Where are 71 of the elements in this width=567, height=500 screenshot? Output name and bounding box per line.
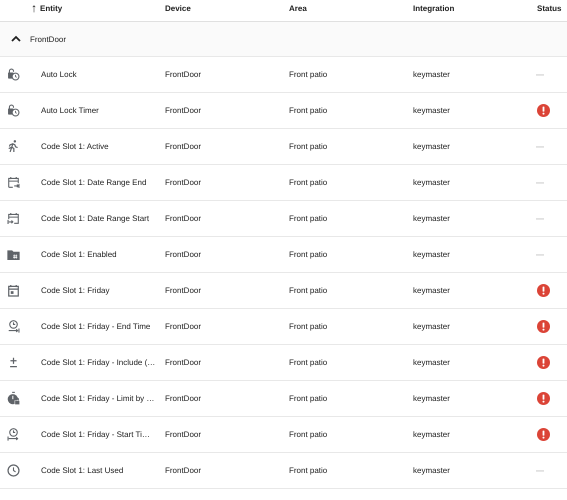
table-cell-text: Front patio xyxy=(289,178,328,187)
entity-name[interactable]: Code Slot 1: Friday - Limit by … xyxy=(41,394,165,403)
timer-lock-icon xyxy=(6,391,21,406)
table-cell-text: FrontDoor xyxy=(165,106,202,115)
entity-name[interactable]: Code Slot 1: Active xyxy=(41,142,165,151)
table-cell-text: Front patio xyxy=(289,394,328,403)
table-cell-text: Front patio xyxy=(289,430,328,439)
status-text: — xyxy=(536,466,544,475)
table-cell-text: FrontDoor xyxy=(165,286,202,295)
table-cell-text: FrontDoor xyxy=(165,250,202,259)
table-cell-text: FrontDoor xyxy=(165,178,202,187)
column-header[interactable]: Area xyxy=(289,4,413,13)
status-text: — xyxy=(536,214,544,223)
table-cell-text: Front patio xyxy=(289,286,328,295)
table-cell-text: Front patio xyxy=(289,250,328,259)
entity-name[interactable]: Code Slot 1: Friday - End Time xyxy=(41,322,165,331)
table-cell-text: keymaster xyxy=(413,394,451,403)
calendar-icon xyxy=(6,283,21,298)
table-cell-text: FrontDoor xyxy=(165,430,202,439)
entity-name[interactable]: Code Slot 1: Date Range End xyxy=(41,178,165,187)
lock-clock-icon xyxy=(6,67,21,82)
table-cell-text: keymaster xyxy=(413,142,451,151)
status-text: — xyxy=(536,178,544,187)
sort-arrow[interactable]: ↑ xyxy=(31,2,37,14)
clock-end-icon xyxy=(6,319,21,334)
table-cell-text: Front patio xyxy=(289,70,328,79)
table-cell-text: FrontDoor xyxy=(165,70,202,79)
entity-name[interactable]: Code Slot 1: Friday - Start Ti… xyxy=(41,430,165,439)
status-text: — xyxy=(536,142,544,151)
table-cell-text: FrontDoor xyxy=(165,466,202,475)
status-text: — xyxy=(536,250,544,259)
column-header[interactable]: Integration xyxy=(413,4,537,13)
table-cell-text: keymaster xyxy=(413,178,451,187)
clock-start-icon xyxy=(6,427,21,442)
table-cell-text: FrontDoor xyxy=(165,214,202,223)
entity-name[interactable]: Code Slot 1: Friday - Include (… xyxy=(41,358,165,367)
table-cell-text: keymaster xyxy=(413,286,451,295)
entity-name[interactable]: Code Slot 1: Enabled xyxy=(41,250,165,259)
status-text: — xyxy=(536,70,544,79)
column-header[interactable]: Status xyxy=(537,4,567,13)
group-title[interactable]: FrontDoor xyxy=(30,34,66,44)
table-cell-text: Front patio xyxy=(289,466,328,475)
table-cell-text: keymaster xyxy=(413,70,451,79)
lock-clock-icon xyxy=(6,103,21,118)
calendar-start-icon xyxy=(6,211,21,226)
table-cell-text: keymaster xyxy=(413,322,451,331)
table-cell-text: FrontDoor xyxy=(165,322,202,331)
column-header[interactable]: Device xyxy=(165,4,289,13)
table-cell-text: keymaster xyxy=(413,250,451,259)
table-cell-text: Front patio xyxy=(289,142,328,151)
table-cell-text: FrontDoor xyxy=(165,358,202,367)
entity-name[interactable]: Code Slot 1: Friday xyxy=(41,286,165,295)
entity-name[interactable]: Auto Lock xyxy=(41,70,165,79)
table-cell-text: Front patio xyxy=(289,214,328,223)
table-cell-text: keymaster xyxy=(413,430,451,439)
table-cell-text: FrontDoor xyxy=(165,394,202,403)
chevron-icon[interactable] xyxy=(10,34,22,44)
entity-name[interactable]: Code Slot 1: Date Range Start xyxy=(41,214,165,223)
table-cell-text: keymaster xyxy=(413,106,451,115)
table-cell-text: FrontDoor xyxy=(165,142,202,151)
table-cell-text: Front patio xyxy=(289,106,328,115)
column-header[interactable]: Entity xyxy=(40,4,62,13)
table-cell-text: Front patio xyxy=(289,358,328,367)
entity-name[interactable]: Code Slot 1: Last Used xyxy=(41,466,165,475)
table-cell-text: keymaster xyxy=(413,466,451,475)
table-cell-text: keymaster xyxy=(413,358,451,367)
entity-name[interactable]: Auto Lock Timer xyxy=(41,106,165,115)
calendar-end-icon xyxy=(6,175,21,190)
table-cell-text: keymaster xyxy=(413,214,451,223)
table-cell-text: Front patio xyxy=(289,322,328,331)
clock-icon xyxy=(6,463,21,478)
